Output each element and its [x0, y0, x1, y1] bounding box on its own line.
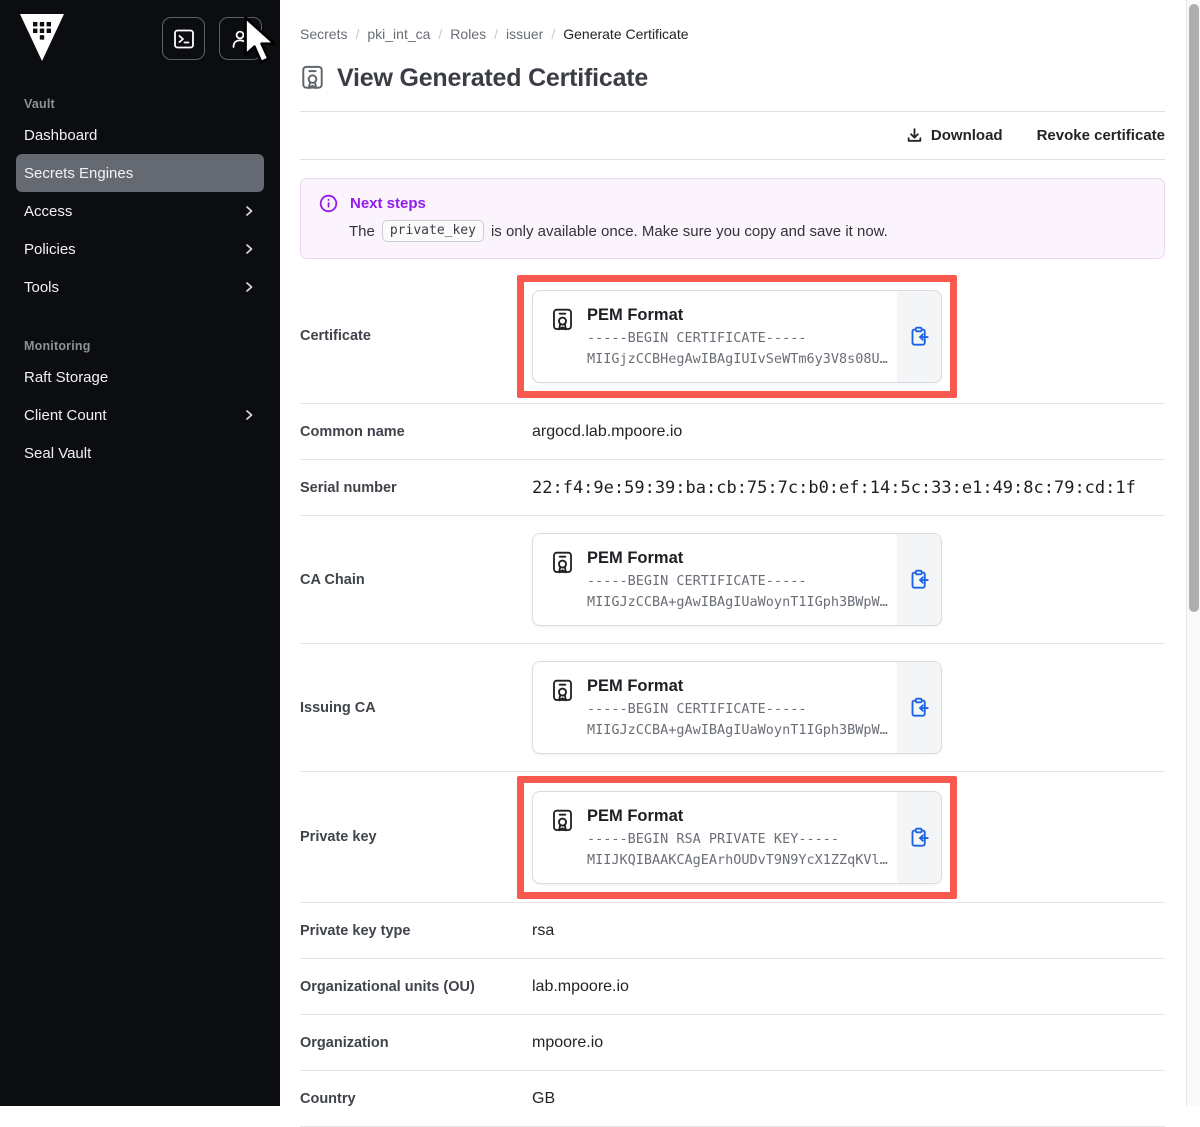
row-organizational-units: Organizational units (OU) lab.mpoore.io — [300, 959, 1165, 1015]
private-key-type-value: rsa — [532, 921, 555, 939]
organizational-units-value: lab.mpoore.io — [532, 977, 629, 995]
sidebar: Vault Dashboard Secrets Engines Access P… — [0, 0, 280, 1106]
certificate-icon — [551, 679, 574, 704]
main-content: Secrets / pki_int_ca / Roles / issuer / … — [280, 0, 1200, 1127]
row-organization: Organization mpoore.io — [300, 1015, 1165, 1071]
breadcrumb-issuer[interactable]: issuer — [506, 26, 543, 42]
sidebar-item-secrets-engines[interactable]: Secrets Engines — [16, 154, 264, 192]
sidebar-section-vault: Vault — [24, 97, 55, 111]
chevron-right-icon — [242, 204, 256, 218]
row-serial-number: Serial number 22:f4:9e:59:39:ba:cb:75:7c… — [300, 460, 1165, 516]
annotation-highlight-box: PEM Format -----BEGIN CERTIFICATE----- M… — [517, 274, 957, 398]
pem-card-private-key: PEM Format -----BEGIN RSA PRIVATE KEY---… — [532, 790, 942, 884]
breadcrumb: Secrets / pki_int_ca / Roles / issuer / … — [300, 26, 689, 42]
country-value: GB — [532, 1089, 556, 1107]
breadcrumb-pki-int-ca[interactable]: pki_int_ca — [367, 26, 430, 42]
row-ca-chain: CA Chain PEM Format -----BEGIN CERTIFICA… — [300, 516, 1165, 644]
copy-clipboard-icon — [909, 697, 930, 718]
breadcrumb-secrets[interactable]: Secrets — [300, 26, 347, 42]
certificate-icon — [551, 308, 574, 333]
certificate-details: Certificate PEM Format -----BEGIN CERTIF… — [300, 269, 1165, 1127]
copy-button[interactable] — [897, 290, 941, 382]
vault-app-window: Vault Dashboard Secrets Engines Access P… — [0, 0, 1200, 1127]
alert-body: The private_key is only available once. … — [349, 220, 1146, 242]
toolbar: Download Revoke certificate — [300, 111, 1165, 160]
certificate-icon — [300, 65, 325, 92]
row-country: Country GB — [300, 1071, 1165, 1127]
terminal-icon — [172, 27, 196, 51]
sidebar-item-policies[interactable]: Policies — [0, 230, 280, 268]
row-private-key: Private key PEM Format -----BEGIN RSA PR… — [300, 772, 1165, 903]
breadcrumb-roles[interactable]: Roles — [450, 26, 486, 42]
next-steps-alert: Next steps The private_key is only avail… — [300, 178, 1165, 259]
copy-clipboard-icon — [909, 827, 930, 848]
sidebar-item-raft-storage[interactable]: Raft Storage — [0, 358, 280, 396]
sidebar-item-tools[interactable]: Tools — [0, 268, 280, 306]
sidebar-item-dashboard[interactable]: Dashboard — [0, 116, 280, 154]
chevron-right-icon — [242, 280, 256, 294]
row-certificate: Certificate PEM Format -----BEGIN CERTIF… — [300, 269, 1165, 404]
row-issuing-ca: Issuing CA PEM Format -----BEGIN CERTIFI… — [300, 644, 1165, 772]
pem-card-certificate: PEM Format -----BEGIN CERTIFICATE----- M… — [532, 289, 942, 383]
copy-clipboard-icon — [909, 569, 930, 590]
scrollbar-thumb[interactable] — [1189, 4, 1199, 612]
organization-value: mpoore.io — [532, 1033, 604, 1051]
copy-button[interactable] — [897, 662, 941, 753]
page-title: View Generated Certificate — [337, 64, 649, 92]
chevron-right-icon — [242, 242, 256, 256]
pem-card-ca-chain: PEM Format -----BEGIN CERTIFICATE----- M… — [532, 533, 942, 626]
sidebar-section-monitoring: Monitoring — [24, 339, 91, 353]
chevron-right-icon — [242, 408, 256, 422]
row-common-name: Common name argocd.lab.mpoore.io — [300, 404, 1165, 460]
serial-number-value: 22:f4:9e:59:39:ba:cb:75:7c:b0:ef:14:5c:3… — [532, 477, 1136, 498]
download-icon — [906, 127, 923, 144]
row-private-key-type: Private key type rsa — [300, 903, 1165, 959]
alert-title: Next steps — [350, 195, 426, 212]
certificate-icon — [551, 809, 574, 834]
breadcrumb-current: Generate Certificate — [563, 26, 689, 42]
terminal-button[interactable] — [162, 17, 205, 60]
user-menu-button[interactable] — [219, 17, 262, 60]
copy-button[interactable] — [897, 534, 941, 625]
revoke-certificate-button[interactable]: Revoke certificate — [1037, 127, 1165, 144]
sidebar-item-access[interactable]: Access — [0, 192, 280, 230]
sidebar-item-client-count[interactable]: Client Count — [0, 396, 280, 434]
certificate-icon — [551, 551, 574, 576]
download-button[interactable]: Download — [906, 127, 1003, 144]
info-icon — [319, 194, 338, 213]
pem-card-issuing-ca: PEM Format -----BEGIN CERTIFICATE----- M… — [532, 661, 942, 754]
common-name-value: argocd.lab.mpoore.io — [532, 422, 683, 440]
sidebar-item-seal-vault[interactable]: Seal Vault — [0, 434, 280, 472]
copy-button[interactable] — [897, 791, 941, 883]
scrollbar-track[interactable] — [1186, 0, 1200, 1106]
copy-clipboard-icon — [909, 326, 930, 347]
private-key-chip: private_key — [381, 220, 484, 242]
vault-logo-icon[interactable] — [20, 14, 64, 62]
annotation-highlight-box: PEM Format -----BEGIN RSA PRIVATE KEY---… — [517, 775, 957, 899]
sidebar-header — [0, 0, 280, 76]
person-icon — [229, 27, 253, 51]
